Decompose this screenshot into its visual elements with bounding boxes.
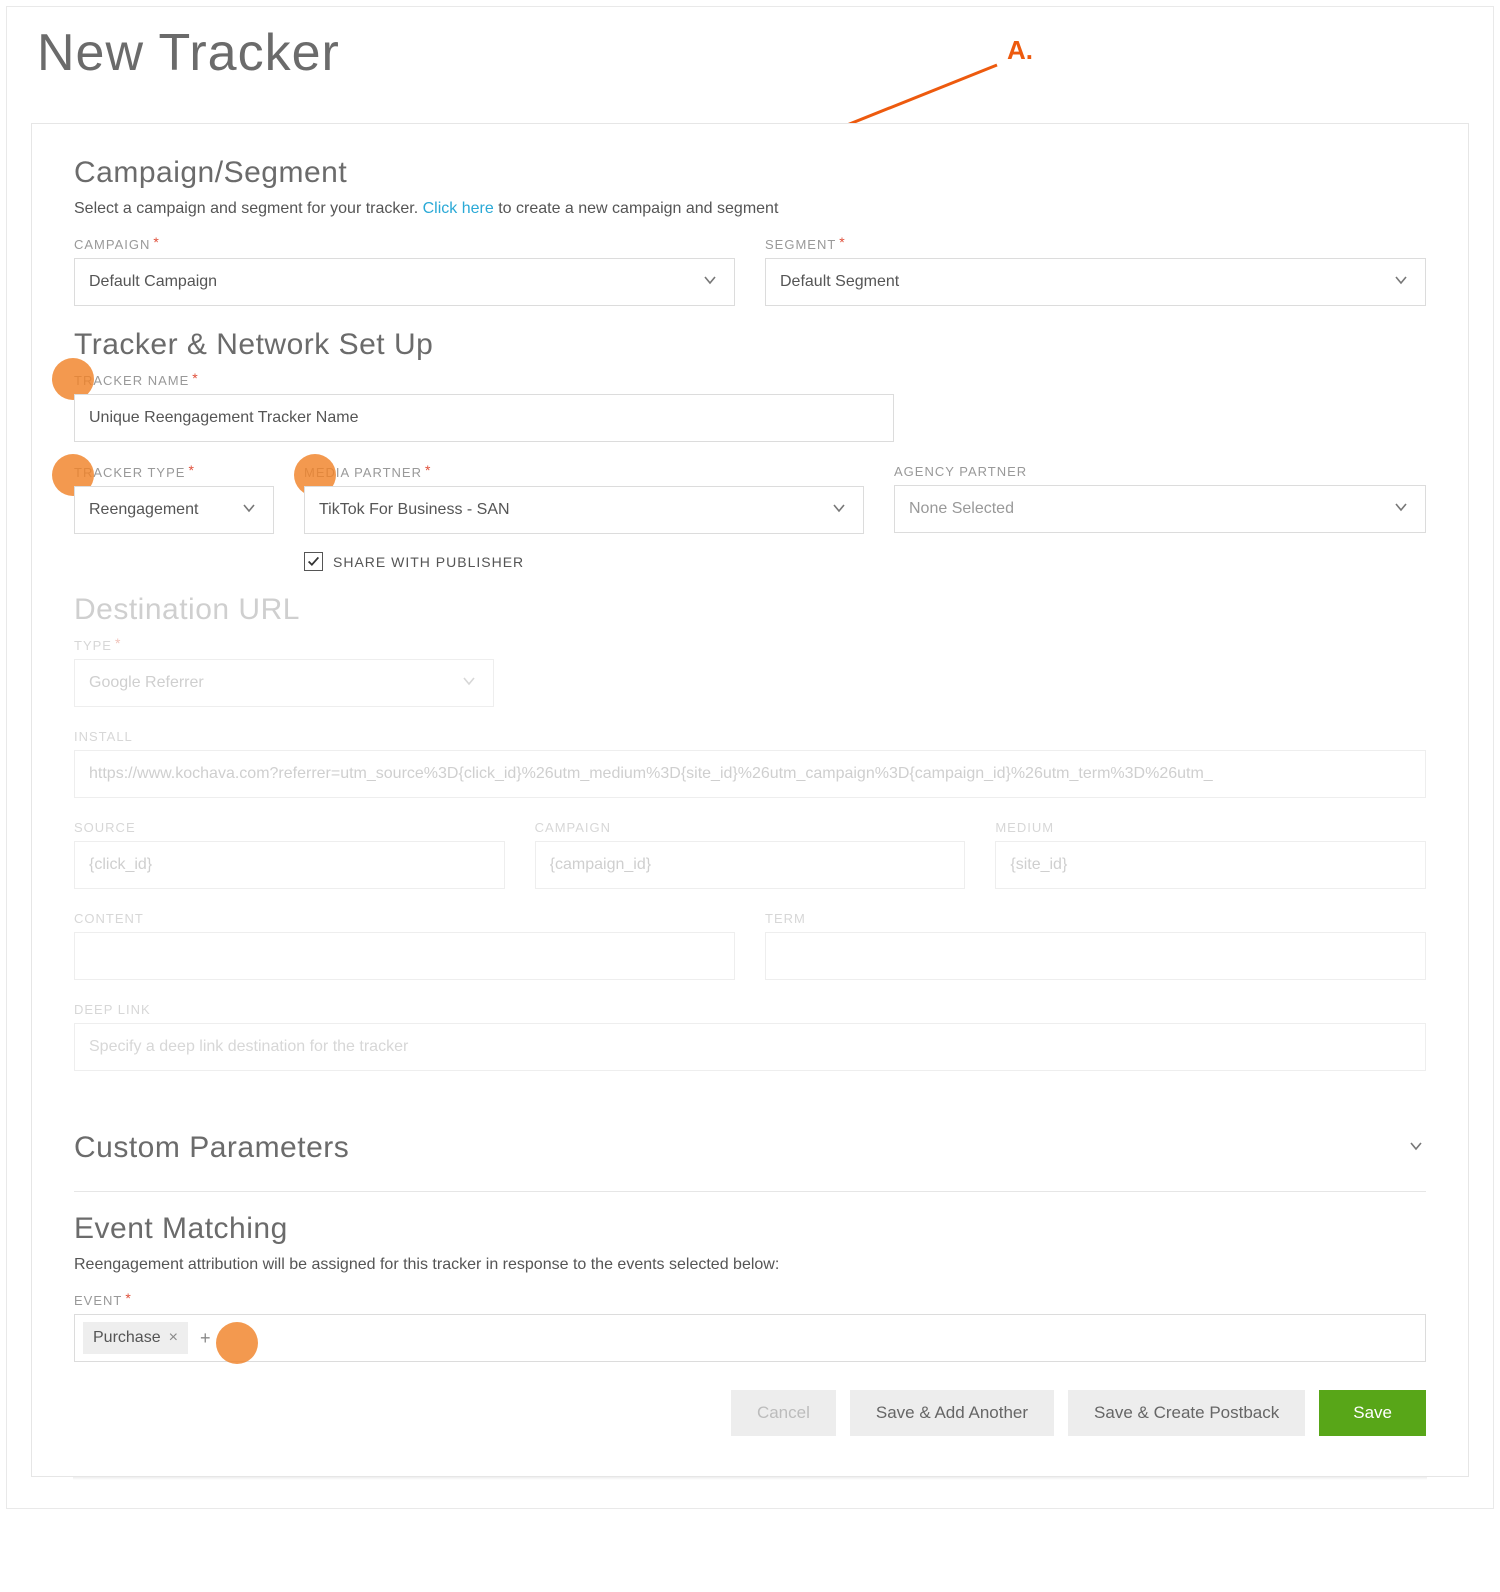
tracker-setup-title: Tracker & Network Set Up xyxy=(74,328,1426,362)
deeplink-input[interactable] xyxy=(74,1023,1426,1071)
term-field[interactable] xyxy=(780,933,1411,979)
source-field[interactable] xyxy=(89,842,490,888)
event-label: EVENT* xyxy=(74,1292,1426,1308)
chevron-down-icon xyxy=(459,671,479,696)
install-label: INSTALL xyxy=(74,729,1426,744)
event-matching-desc: Reengagement attribution will be assigne… xyxy=(74,1256,1426,1274)
chevron-down-icon xyxy=(700,270,720,295)
share-with-publisher-label: SHARE WITH PUBLISHER xyxy=(333,554,524,570)
deeplink-field[interactable] xyxy=(89,1024,1411,1070)
chevron-down-icon xyxy=(1391,497,1411,522)
event-tag-label: Purchase xyxy=(93,1329,161,1347)
annotation-a-label: A. xyxy=(1007,35,1033,66)
medium-label: MEDIUM xyxy=(995,820,1426,835)
desc-post: to create a new campaign and segment xyxy=(494,200,779,217)
dest-type-value: Google Referrer xyxy=(89,674,449,692)
shadow xyxy=(73,1477,1427,1480)
tracker-name-input[interactable] xyxy=(74,394,894,442)
save-create-postback-button[interactable]: Save & Create Postback xyxy=(1068,1390,1305,1436)
dest-campaign-label: CAMPAIGN xyxy=(535,820,966,835)
campaign-segment-desc: Select a campaign and segment for your t… xyxy=(74,200,1426,218)
agency-partner-value: None Selected xyxy=(909,500,1381,518)
event-tag-input[interactable]: Purchase × + xyxy=(74,1314,1426,1362)
custom-parameters-toggle[interactable]: Custom Parameters xyxy=(74,1123,1426,1183)
dest-campaign-field[interactable] xyxy=(550,842,951,888)
tracker-type-label: TRACKER TYPE* xyxy=(74,464,274,480)
tracker-name-field[interactable] xyxy=(89,395,879,441)
page-title: New Tracker xyxy=(37,23,1469,83)
segment-label: SEGMENT* xyxy=(765,236,1426,252)
segment-select[interactable]: Default Segment xyxy=(765,258,1426,306)
agency-partner-select[interactable]: None Selected xyxy=(894,485,1426,533)
event-matching-title: Event Matching xyxy=(74,1212,1426,1246)
custom-parameters-title: Custom Parameters xyxy=(74,1131,349,1165)
agency-partner-label: AGENCY PARTNER xyxy=(894,464,1426,479)
segment-value: Default Segment xyxy=(780,273,1381,291)
share-with-publisher-checkbox[interactable]: SHARE WITH PUBLISHER xyxy=(304,552,524,571)
tracker-name-label: TRACKER NAME* xyxy=(74,372,894,388)
tracker-type-select[interactable]: Reengagement xyxy=(74,486,274,534)
campaign-select[interactable]: Default Campaign xyxy=(74,258,735,306)
content-field[interactable] xyxy=(89,933,720,979)
cancel-button[interactable]: Cancel xyxy=(731,1390,836,1436)
install-input[interactable] xyxy=(74,750,1426,798)
chevron-down-icon xyxy=(1406,1136,1426,1161)
campaign-label: CAMPAIGN* xyxy=(74,236,735,252)
chevron-down-icon xyxy=(239,498,259,523)
save-button[interactable]: Save xyxy=(1319,1390,1426,1436)
install-field[interactable] xyxy=(89,751,1411,797)
chevron-down-icon xyxy=(829,498,849,523)
term-input[interactable] xyxy=(765,932,1426,980)
dest-type-select[interactable]: Google Referrer xyxy=(74,659,494,707)
source-label: SOURCE xyxy=(74,820,505,835)
source-input[interactable] xyxy=(74,841,505,889)
tracker-type-value: Reengagement xyxy=(89,501,229,519)
dest-campaign-input[interactable] xyxy=(535,841,966,889)
campaign-segment-title: Campaign/Segment xyxy=(74,156,1426,190)
term-label: TERM xyxy=(765,911,1426,926)
media-partner-label: MEDIA PARTNER* xyxy=(304,464,864,480)
campaign-value: Default Campaign xyxy=(89,273,690,291)
divider xyxy=(74,1191,1426,1192)
click-here-link[interactable]: Click here xyxy=(423,200,494,217)
add-tag-icon[interactable]: + xyxy=(196,1328,215,1349)
medium-input[interactable] xyxy=(995,841,1426,889)
event-tag: Purchase × xyxy=(83,1322,188,1354)
checkbox-icon xyxy=(304,552,323,571)
remove-tag-icon[interactable]: × xyxy=(169,1329,178,1347)
media-partner-value: TikTok For Business - SAN xyxy=(319,501,819,519)
destination-url-title: Destination URL xyxy=(74,593,1426,627)
desc-pre: Select a campaign and segment for your t… xyxy=(74,200,423,217)
save-add-another-button[interactable]: Save & Add Another xyxy=(850,1390,1054,1436)
media-partner-select[interactable]: TikTok For Business - SAN xyxy=(304,486,864,534)
medium-field[interactable] xyxy=(1010,842,1411,888)
deeplink-label: DEEP LINK xyxy=(74,1002,1426,1017)
chevron-down-icon xyxy=(1391,270,1411,295)
dest-type-label: TYPE* xyxy=(74,637,494,653)
content-label: CONTENT xyxy=(74,911,735,926)
content-input[interactable] xyxy=(74,932,735,980)
